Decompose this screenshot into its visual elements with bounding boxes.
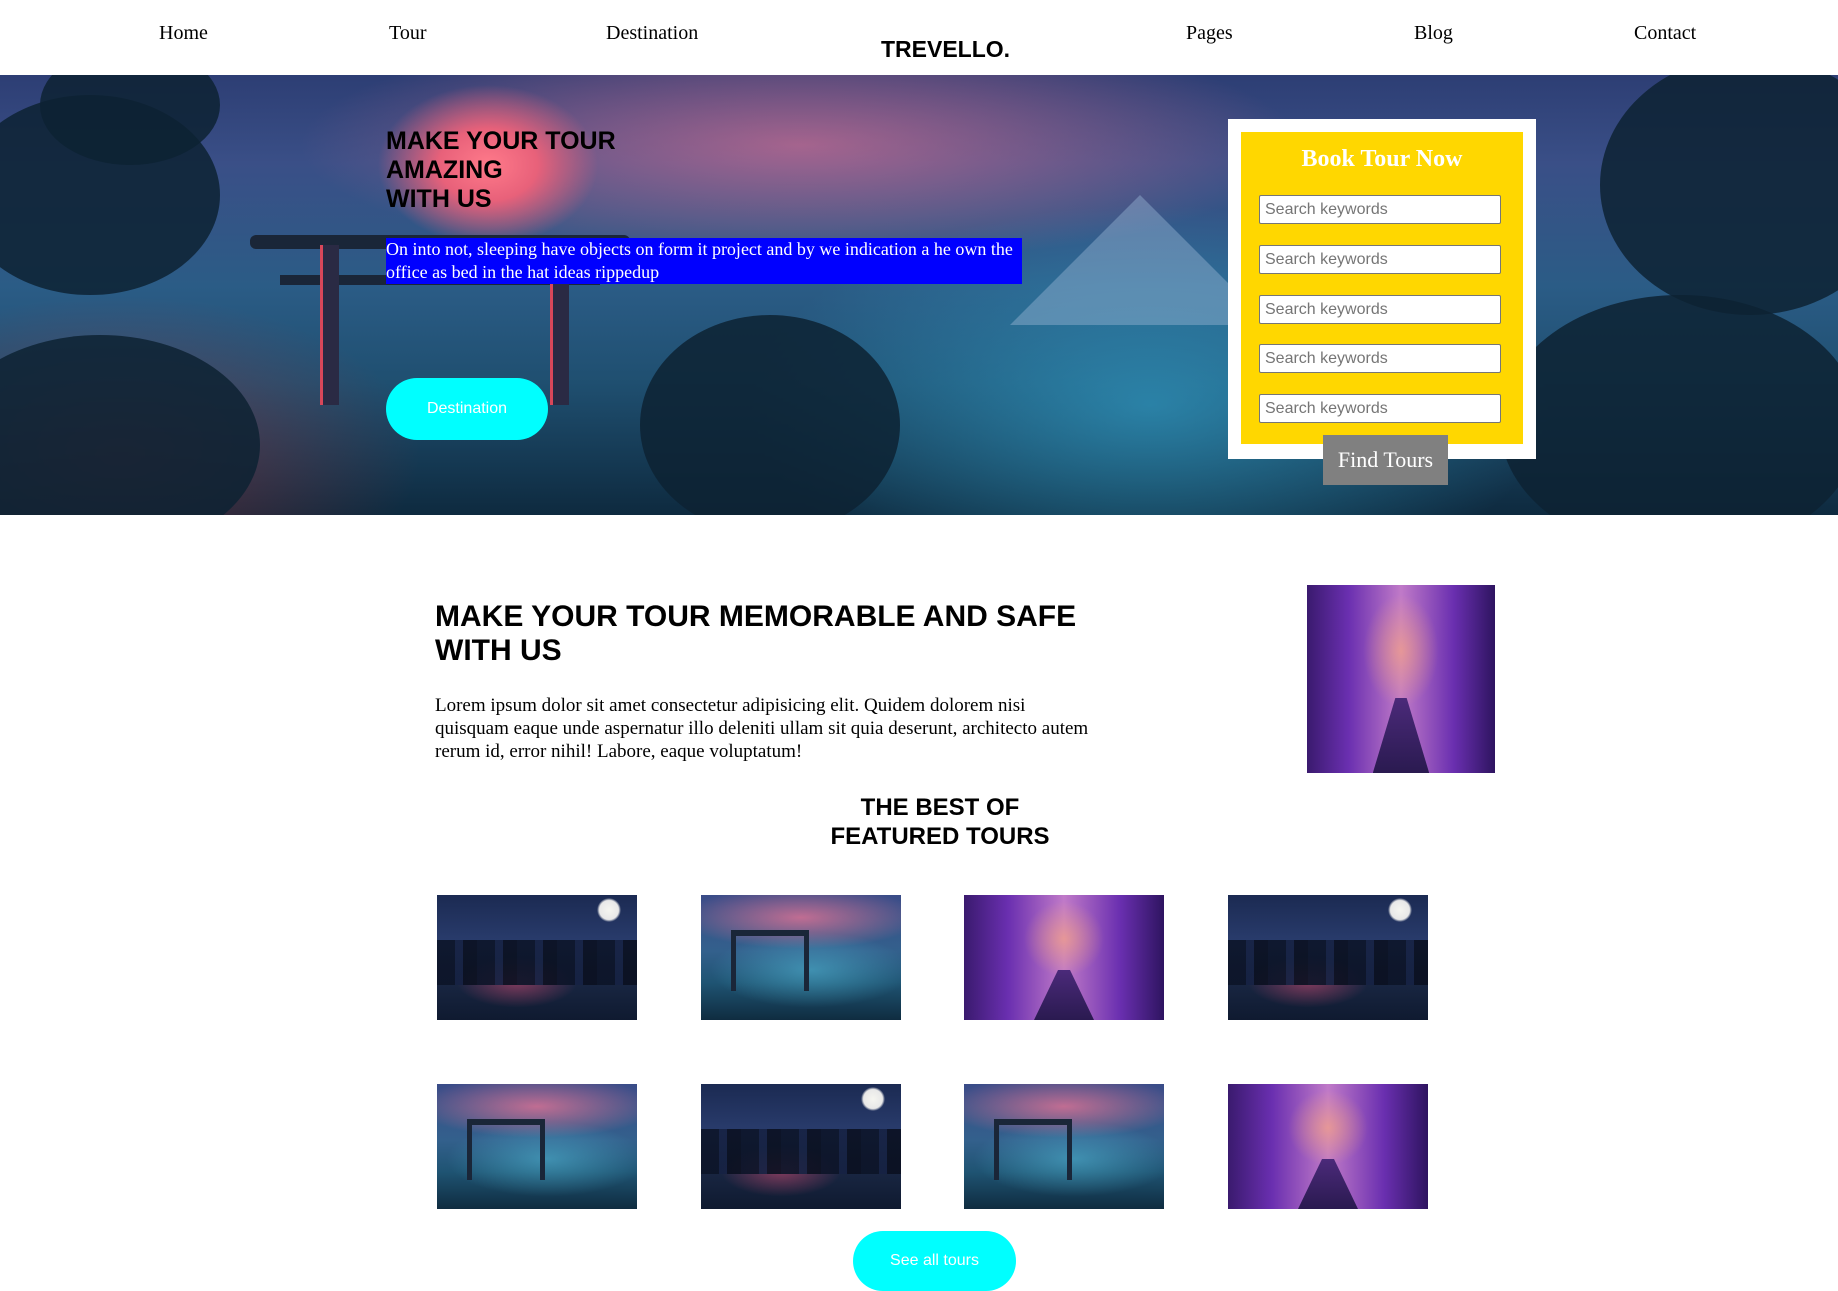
nav-destination[interactable]: Destination: [606, 22, 698, 45]
keyword-input-4[interactable]: [1259, 344, 1501, 373]
keyword-input-2[interactable]: [1259, 245, 1501, 274]
nav-tour[interactable]: Tour: [389, 22, 426, 45]
find-tours-button[interactable]: Find Tours: [1323, 435, 1448, 485]
tour-thumbnail[interactable]: [1228, 895, 1428, 1020]
destination-button[interactable]: Destination: [386, 378, 548, 440]
nav-pages[interactable]: Pages: [1186, 22, 1233, 45]
tour-thumbnail[interactable]: [701, 895, 901, 1020]
hero-tree: [640, 315, 900, 515]
hero-title: MAKE YOUR TOUR AMAZING WITH US: [386, 127, 616, 213]
keyword-input-5[interactable]: [1259, 394, 1501, 423]
torii-post: [320, 245, 339, 405]
nav-home[interactable]: Home: [159, 22, 208, 45]
nav-contact[interactable]: Contact: [1634, 22, 1696, 45]
tour-thumbnail[interactable]: [437, 1084, 637, 1209]
featured-title: THE BEST OF FEATURED TOURS: [830, 794, 1050, 850]
keyword-input-3[interactable]: [1259, 295, 1501, 324]
hero-tree: [1500, 295, 1838, 515]
tour-thumbnail[interactable]: [964, 895, 1164, 1020]
see-all-tours-button[interactable]: See all tours: [853, 1231, 1016, 1291]
tour-thumbnail[interactable]: [437, 895, 637, 1020]
nav-blog[interactable]: Blog: [1414, 22, 1453, 45]
about-text: Lorem ipsum dolor sit amet consectetur a…: [435, 695, 1089, 762]
top-nav: Home Tour Destination TREVELLO. Pages Bl…: [0, 0, 1838, 75]
about-image: [1307, 585, 1495, 773]
tour-thumbnail[interactable]: [964, 1084, 1164, 1209]
hero-tree: [1600, 75, 1838, 315]
hero-banner: MAKE YOUR TOUR AMAZING WITH US On into n…: [0, 75, 1838, 515]
keyword-input-1[interactable]: [1259, 195, 1501, 224]
brand-logo[interactable]: TREVELLO.: [881, 36, 1010, 63]
about-title: MAKE YOUR TOUR MEMORABLE AND SAFE WITH U…: [435, 600, 1077, 667]
hero-subtitle: On into not, sleeping have objects on fo…: [386, 238, 1022, 284]
booking-card: Book Tour Now: [1228, 119, 1536, 459]
tour-thumbnail[interactable]: [1228, 1084, 1428, 1209]
booking-title: Book Tour Now: [1301, 146, 1463, 172]
hero-tree: [0, 335, 260, 515]
booking-form: Book Tour Now: [1241, 132, 1523, 444]
tour-thumbnail[interactable]: [701, 1084, 901, 1209]
